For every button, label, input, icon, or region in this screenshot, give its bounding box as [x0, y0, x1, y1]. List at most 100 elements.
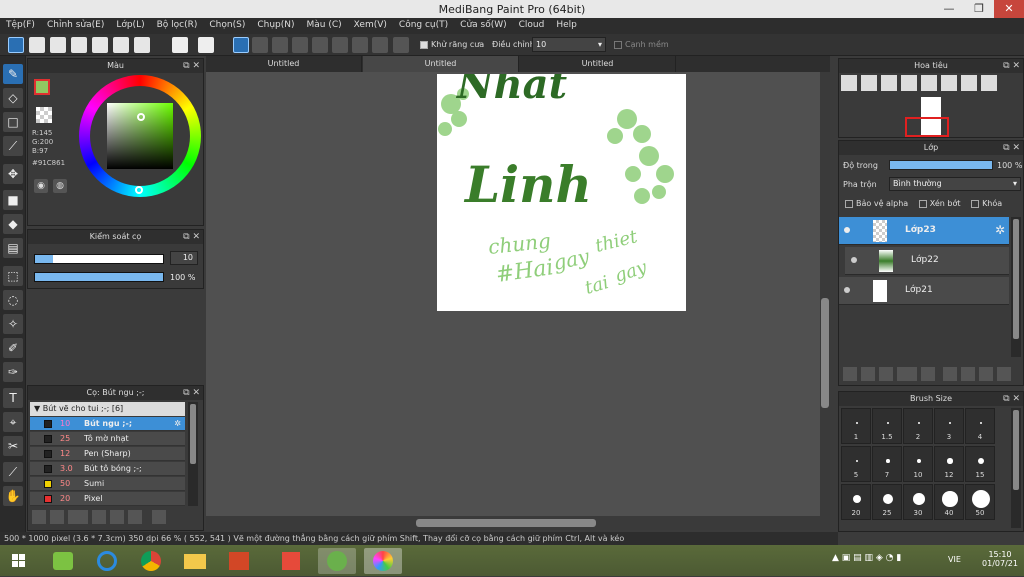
folder-icon[interactable] — [921, 367, 935, 381]
move-tool-icon[interactable]: ✥ — [3, 164, 23, 184]
layer-list-scrollbar[interactable] — [1011, 217, 1021, 357]
new-layer-icon[interactable] — [843, 367, 857, 381]
palette-icon[interactable]: ◉ — [34, 179, 48, 193]
undo-icon[interactable] — [172, 37, 188, 53]
brush-size-value[interactable]: 10 — [170, 251, 198, 265]
brush-size-cell[interactable]: 4 — [965, 408, 995, 444]
add-brush-icon[interactable] — [68, 510, 88, 524]
menu-cloud[interactable]: Cloud — [513, 18, 551, 30]
panel-close-icon[interactable]: ⧉ ✕ — [1003, 392, 1020, 406]
panel-close-icon[interactable]: ⧉ ✕ — [183, 59, 200, 73]
soft-edge-option[interactable]: Cạnh mềm — [614, 40, 669, 49]
lock-checkbox[interactable] — [971, 199, 980, 208]
trash-icon[interactable] — [152, 510, 166, 524]
antialias-option[interactable]: Khử răng cưa — [420, 40, 484, 49]
document-icon[interactable] — [92, 37, 108, 53]
brush-size-cell[interactable]: 1.5 — [872, 408, 902, 444]
menu-tools[interactable]: Công cụ(T) — [393, 18, 454, 30]
vertical-scrollbar[interactable] — [820, 72, 830, 516]
fit-window-icon[interactable] — [961, 75, 977, 91]
brush-size-slider[interactable] — [34, 254, 164, 264]
add-layer-menu-icon[interactable] — [897, 367, 917, 381]
gear-icon[interactable]: ✲ — [174, 417, 181, 431]
antialias-checkbox[interactable] — [420, 40, 428, 49]
transparent-swatch[interactable] — [36, 107, 52, 123]
eraser-tool-icon[interactable]: ◇ — [3, 88, 23, 108]
rotate-left-icon[interactable] — [921, 75, 937, 91]
panel-close-icon[interactable]: ⧉ ✕ — [1003, 59, 1020, 73]
gear-icon[interactable] — [393, 37, 409, 53]
brush-size-scrollbar[interactable] — [1011, 408, 1021, 528]
correction-select[interactable]: 10 ▾ — [532, 37, 606, 52]
menu-view[interactable]: Xem(V) — [348, 18, 393, 30]
lasso-icon[interactable]: ◌ — [3, 290, 23, 310]
vanish-snap-icon[interactable] — [292, 37, 308, 53]
radial-snap-icon[interactable] — [312, 37, 328, 53]
brush-size-cell[interactable]: 1 — [841, 408, 871, 444]
actual-size-icon[interactable] — [901, 75, 917, 91]
operation-tool-icon[interactable]: ⌖ — [3, 412, 23, 432]
clock[interactable]: 15:10 01/07/21 — [980, 550, 1020, 568]
windows-start-icon[interactable] — [4, 548, 34, 574]
trash-icon[interactable] — [997, 367, 1011, 381]
file-explorer-icon[interactable] — [176, 548, 214, 574]
medibang-icon[interactable] — [364, 548, 402, 574]
menu-window[interactable]: Cửa số(W) — [454, 18, 512, 30]
magic-wand-icon[interactable]: ✧ — [3, 314, 23, 334]
merge-down-icon[interactable] — [961, 367, 975, 381]
coccoc-icon[interactable] — [318, 548, 356, 574]
layer-row-21[interactable]: Lớp21 — [839, 277, 1009, 305]
brush-group-header[interactable]: ▼ Bút vẽ cho tui ;-; [6] — [30, 402, 185, 416]
flip-icon[interactable] — [981, 75, 997, 91]
brush-size-cell[interactable]: 12 — [934, 446, 964, 482]
panel-close-icon[interactable]: ⧉ ✕ — [183, 230, 200, 244]
close-button[interactable]: ✕ — [994, 0, 1024, 18]
clipping-checkbox[interactable] — [918, 199, 927, 208]
redo-icon[interactable] — [198, 37, 214, 53]
menu-filter[interactable]: Bộ lọc(R) — [151, 18, 204, 30]
brush-size-cell[interactable]: 5 — [841, 446, 871, 482]
soft-edge-checkbox[interactable] — [614, 40, 622, 49]
comment-icon[interactable] — [50, 37, 66, 53]
brush-opacity-slider[interactable] — [34, 272, 164, 282]
sv-picker-handle[interactable] — [137, 113, 145, 121]
horizontal-scroll-thumb[interactable] — [416, 519, 596, 527]
select-rect-icon[interactable]: ⬚ — [3, 266, 23, 286]
ellipse-snap-icon[interactable] — [372, 37, 388, 53]
maximize-button[interactable]: ❐ — [964, 0, 994, 18]
drawing-canvas[interactable]: Nhat Linh chung #Hai gay thiet tai gay — [437, 74, 686, 311]
eyedropper-icon[interactable]: ⟋ — [3, 462, 23, 482]
hue-picker-handle[interactable] — [135, 186, 143, 194]
select-pen-icon[interactable]: ✐ — [3, 338, 23, 358]
rotate-right-icon[interactable] — [941, 75, 957, 91]
system-tray-icons[interactable]: ▲ ▣ ▤ ▥ ◈ ◔ ▮ — [832, 553, 942, 567]
gradient-tool-icon[interactable]: ▤ — [3, 238, 23, 258]
text-tool-icon[interactable]: T — [3, 388, 23, 408]
curve-snap-icon[interactable] — [352, 37, 368, 53]
menu-help[interactable]: Help — [550, 18, 583, 30]
gear-icon[interactable]: ✲ — [995, 223, 1005, 237]
bucket-tool-icon[interactable]: ◆ — [3, 214, 23, 234]
new-8bit-layer-icon[interactable] — [879, 367, 893, 381]
brush-size-cell[interactable]: 25 — [872, 484, 902, 520]
foreground-color-swatch[interactable] — [34, 79, 50, 95]
dot-tool-icon[interactable]: □ — [3, 112, 23, 132]
share-icon[interactable] — [29, 37, 45, 53]
parallel-snap-icon[interactable] — [252, 37, 268, 53]
chrome-icon[interactable] — [132, 548, 170, 574]
tab-untitled-2[interactable]: Untitled — [363, 56, 519, 72]
brush-size-cell[interactable]: 2 — [903, 408, 933, 444]
vertical-scroll-thumb[interactable] — [821, 298, 829, 408]
brush-list-item[interactable]: 10 Bút ngu ;-; ✲ — [30, 417, 185, 431]
brush-size-cell[interactable]: 40 — [934, 484, 964, 520]
panel-close-icon[interactable]: ⧉ ✕ — [183, 386, 200, 400]
zoom-in-icon[interactable] — [861, 75, 877, 91]
language-indicator[interactable]: VIE — [948, 555, 961, 564]
tab-untitled-3[interactable]: Untitled — [520, 56, 676, 72]
menu-edit[interactable]: Chỉnh sửa(E) — [41, 18, 110, 30]
new-brush-icon[interactable] — [50, 510, 64, 524]
select-eraser-icon[interactable]: ✑ — [3, 362, 23, 382]
hand-tool-icon[interactable]: ✋ — [3, 486, 23, 506]
new-halftone-layer-icon[interactable] — [861, 367, 875, 381]
bluestacks-icon[interactable] — [44, 548, 82, 574]
